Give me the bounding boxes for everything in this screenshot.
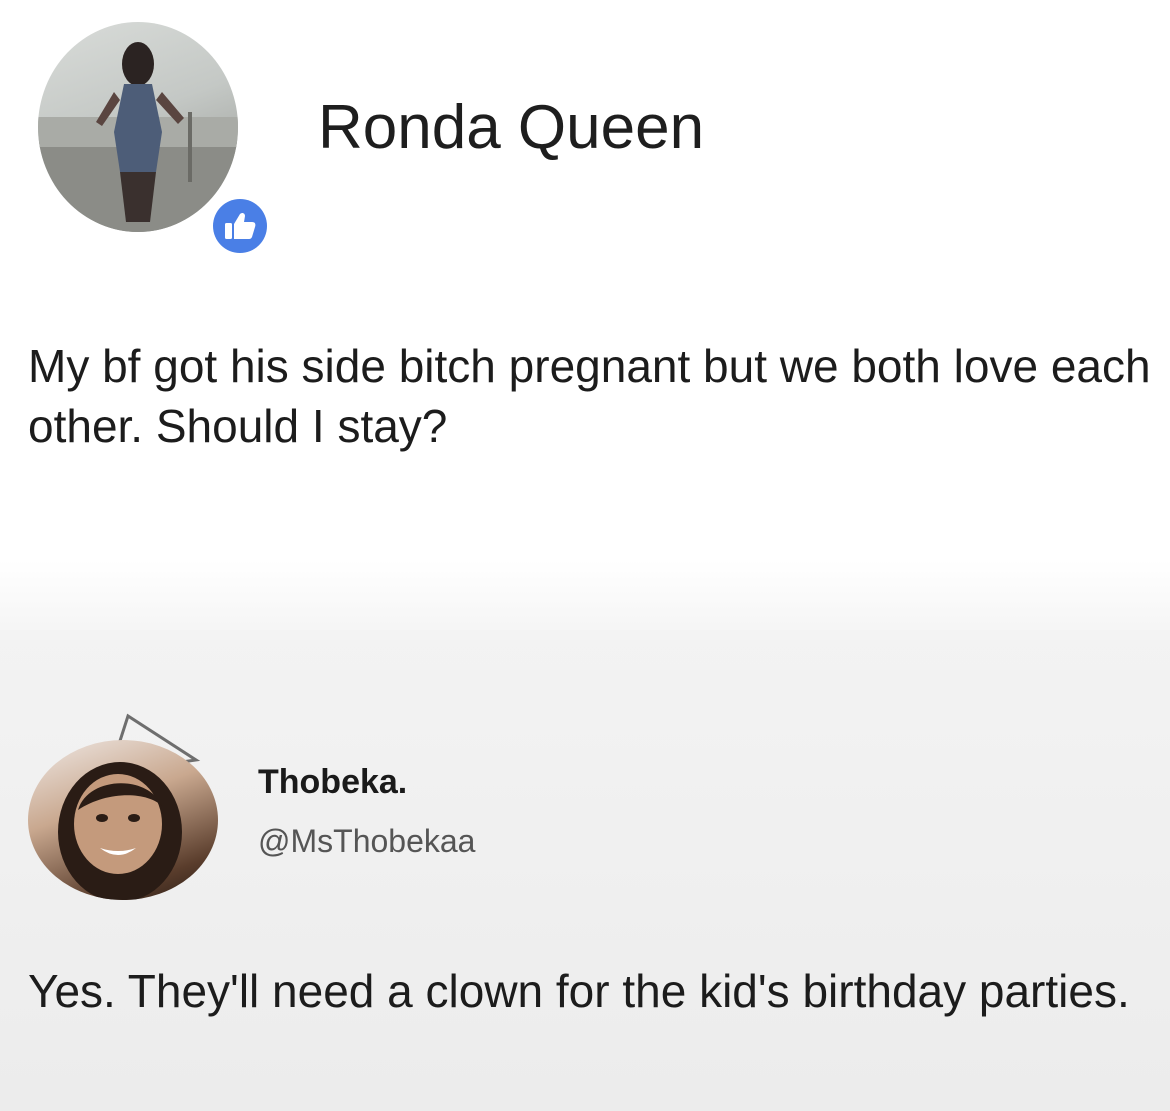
reply-author-avatar[interactable]	[28, 740, 218, 900]
avatar-photo	[58, 762, 182, 900]
like-badge	[208, 194, 272, 258]
post-author-name[interactable]: Ronda Queen	[318, 92, 704, 163]
avatar-photo	[38, 42, 238, 232]
reply-author-handle[interactable]: @MsThobekaa	[258, 823, 475, 860]
like-badge-circle	[213, 199, 267, 253]
thumbs-up-icon	[225, 212, 256, 239]
post-author-avatar-group[interactable]	[38, 22, 272, 258]
avatar[interactable]	[38, 22, 238, 232]
reply-text: Yes. They'll need a clown for the kid's …	[28, 965, 1130, 1017]
reply-author-name[interactable]: Thobeka.	[258, 763, 407, 802]
post-text: My bf got his side bitch pregnant but we…	[28, 340, 1151, 452]
